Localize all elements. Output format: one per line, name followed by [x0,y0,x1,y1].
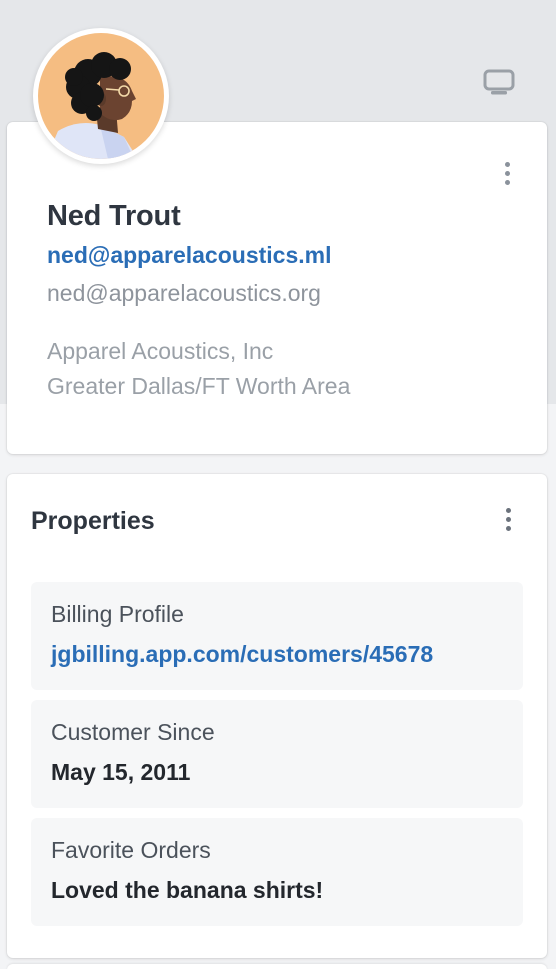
property-label: Customer Since [51,719,215,745]
properties-card: Properties Billing Profile jgbilling.app… [7,474,547,958]
billing-profile-link[interactable]: jgbilling.app.com/customers/45678 [51,641,433,668]
company-name: Apparel Acoustics, Inc [47,338,274,364]
property-value: May 15, 2011 [51,759,191,785]
property-customer-since: Customer Since May 15, 2011 [31,700,523,808]
contact-card: Ned Trout ned@apparelacoustics.ml ned@ap… [7,122,547,454]
property-label: Favorite Orders [51,837,211,863]
contact-menu-icon[interactable] [497,158,517,188]
properties-menu-icon[interactable] [498,504,518,534]
avatar [33,28,169,164]
property-value: Loved the banana shirts! [51,877,324,903]
secondary-email: ned@apparelacoustics.org [47,280,321,306]
property-label: Billing Profile [51,601,184,627]
next-card-edge [7,964,547,969]
contact-location: Greater Dallas/FT Worth Area [47,373,351,399]
avatar-illustration [38,33,164,159]
property-favorite-orders: Favorite Orders Loved the banana shirts! [31,818,523,926]
contact-name: Ned Trout [47,200,181,232]
properties-title: Properties [31,507,155,535]
property-billing-profile: Billing Profile jgbilling.app.com/custom… [31,582,523,690]
monitor-icon[interactable] [482,68,516,98]
primary-email-link[interactable]: ned@apparelacoustics.ml [47,242,331,269]
